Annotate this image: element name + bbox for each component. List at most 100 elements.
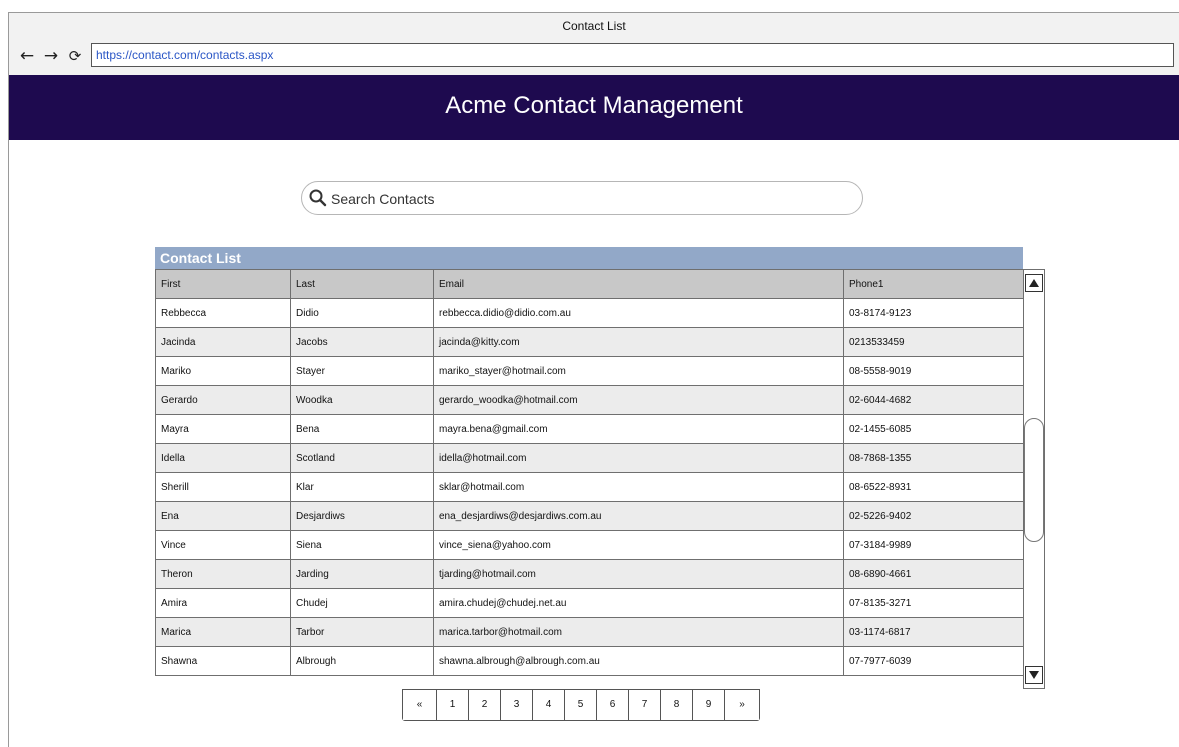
cell-first: Sherill	[155, 472, 291, 502]
next-page-button[interactable]: »	[725, 690, 759, 720]
cell-last: Jacobs	[290, 327, 434, 357]
pagination: « 1 2 3 4 5 6 7 8 9»	[402, 689, 760, 721]
page-button-2[interactable]: 2	[469, 690, 501, 720]
search-icon	[309, 189, 327, 207]
page-button-1[interactable]: 1	[437, 690, 469, 720]
cell-phone: 03-1174-6817	[843, 617, 1024, 647]
contact-table: First Last Email Phone1 Rebbecca Didio rebbec…	[155, 269, 1024, 676]
cell-last: Tarbor	[290, 617, 434, 647]
cell-last: Stayer	[290, 356, 434, 386]
column-header-last[interactable]: Last	[290, 269, 434, 299]
table-row[interactable]: Amira Chudej amira.chudej@chudej.net.au 07-…	[155, 588, 1024, 618]
cell-last: Scotland	[290, 443, 434, 473]
page-button-6[interactable]: 6	[597, 690, 629, 720]
cell-email: mayra.bena@gmail.com	[433, 414, 844, 444]
reload-icon[interactable]: ⟳	[65, 47, 85, 65]
table-row[interactable]: Mayra Bena mayra.bena@gmail.com 02-1455-608…	[155, 414, 1024, 444]
table-scrollbar[interactable]	[1023, 269, 1045, 689]
table-row[interactable]: Idella Scotland idella@hotmail.com 08-7868-…	[155, 443, 1024, 473]
table-row[interactable]: Gerardo Woodka gerardo_woodka@hotmail.com 0…	[155, 385, 1024, 415]
cell-last: Woodka	[290, 385, 434, 415]
scroll-up-button[interactable]	[1025, 274, 1043, 292]
app-title: Acme Contact Management	[445, 92, 743, 119]
scroll-thumb[interactable]	[1024, 418, 1044, 542]
scroll-down-button[interactable]	[1025, 666, 1043, 684]
cell-first: Mayra	[155, 414, 291, 444]
cell-email: sklar@hotmail.com	[433, 472, 844, 502]
cell-first: Vince	[155, 530, 291, 560]
table-row[interactable]: Theron Jarding tjarding@hotmail.com 08-6890…	[155, 559, 1024, 589]
cell-phone: 07-7977-6039	[843, 646, 1024, 676]
cell-first: Gerardo	[155, 385, 291, 415]
triangle-down-icon	[1029, 671, 1039, 679]
cell-email: idella@hotmail.com	[433, 443, 844, 473]
contact-list-panel: Contact List First Last Email Phone1 Rebbec…	[155, 247, 1024, 676]
cell-last: Albrough	[290, 646, 434, 676]
cell-phone: 08-6890-4661	[843, 559, 1024, 589]
cell-phone: 0213533459	[843, 327, 1024, 357]
cell-last: Chudej	[290, 588, 434, 618]
cell-last: Desjardiws	[290, 501, 434, 531]
cell-email: gerardo_woodka@hotmail.com	[433, 385, 844, 415]
cell-last: Didio	[290, 298, 434, 328]
cell-last: Siena	[290, 530, 434, 560]
app-header: Acme Contact Management	[9, 75, 1179, 140]
cell-first: Marica	[155, 617, 291, 647]
address-bar: ← → ⟳ https://contact.com/contacts.aspx	[9, 39, 1179, 75]
table-body: Rebbecca Didio rebbecca.didio@didio.com.au…	[155, 298, 1024, 676]
cell-first: Shawna	[155, 646, 291, 676]
cell-first: Theron	[155, 559, 291, 589]
table-row[interactable]: Sherill Klar sklar@hotmail.com 08-6522-8931	[155, 472, 1024, 502]
window-title: Contact List	[562, 19, 626, 33]
page-button-5[interactable]: 5	[565, 690, 597, 720]
table-row[interactable]: Vince Siena vince_siena@yahoo.com 07-3184-9…	[155, 530, 1024, 560]
cell-last: Jarding	[290, 559, 434, 589]
cell-phone: 07-8135-3271	[843, 588, 1024, 618]
title-bar: Contact List	[9, 13, 1179, 40]
column-header-phone1[interactable]: Phone1	[843, 269, 1024, 299]
cell-first: Ena	[155, 501, 291, 531]
cell-phone: 02-1455-6085	[843, 414, 1024, 444]
cell-email: shawna.albrough@albrough.com.au	[433, 646, 844, 676]
table-row[interactable]: Jacinda Jacobs jacinda@kitty.com 0213533459	[155, 327, 1024, 357]
cell-email: ena_desjardiws@desjardiws.com.au	[433, 501, 844, 531]
table-header-row: First Last Email Phone1	[155, 269, 1024, 299]
table-row[interactable]: Ena Desjardiws ena_desjardiws@desjardiws.c…	[155, 501, 1024, 531]
contact-list-caption: Contact List	[155, 247, 1023, 269]
url-field[interactable]: https://contact.com/contacts.aspx	[91, 43, 1174, 67]
cell-phone: 08-6522-8931	[843, 472, 1024, 502]
search-box[interactable]	[301, 181, 863, 215]
table-row[interactable]: Rebbecca Didio rebbecca.didio@didio.com.au…	[155, 298, 1024, 328]
cell-email: amira.chudej@chudej.net.au	[433, 588, 844, 618]
cell-email: rebbecca.didio@didio.com.au	[433, 298, 844, 328]
cell-email: mariko_stayer@hotmail.com	[433, 356, 844, 386]
page-button-7[interactable]: 7	[629, 690, 661, 720]
cell-first: Idella	[155, 443, 291, 473]
cell-first: Jacinda	[155, 327, 291, 357]
page-button-9[interactable]: 9	[693, 690, 725, 720]
column-header-email[interactable]: Email	[433, 269, 844, 299]
forward-arrow-icon[interactable]: →	[41, 47, 61, 65]
table-row[interactable]: Shawna Albrough shawna.albrough@albrough.c…	[155, 646, 1024, 676]
back-arrow-icon[interactable]: ←	[17, 47, 37, 65]
table-row[interactable]: Marica Tarbor marica.tarbor@hotmail.com 03-…	[155, 617, 1024, 647]
cell-email: jacinda@kitty.com	[433, 327, 844, 357]
search-input[interactable]	[329, 183, 853, 215]
table-row[interactable]: Mariko Stayer mariko_stayer@hotmail.com 08-…	[155, 356, 1024, 386]
page-button-8[interactable]: 8	[661, 690, 693, 720]
cell-email: vince_siena@yahoo.com	[433, 530, 844, 560]
cell-phone: 02-6044-4682	[843, 385, 1024, 415]
browser-window: Contact List ← → ⟳ https://contact.com/c…	[8, 12, 1179, 747]
cell-email: tjarding@hotmail.com	[433, 559, 844, 589]
page-button-4[interactable]: 4	[533, 690, 565, 720]
cell-first: Mariko	[155, 356, 291, 386]
cell-first: Rebbecca	[155, 298, 291, 328]
cell-phone: 02-5226-9402	[843, 501, 1024, 531]
column-header-first[interactable]: First	[155, 269, 291, 299]
cell-phone: 08-7868-1355	[843, 443, 1024, 473]
cell-last: Bena	[290, 414, 434, 444]
cell-phone: 08-5558-9019	[843, 356, 1024, 386]
prev-page-button[interactable]: «	[403, 690, 437, 720]
cell-email: marica.tarbor@hotmail.com	[433, 617, 844, 647]
page-button-3[interactable]: 3	[501, 690, 533, 720]
